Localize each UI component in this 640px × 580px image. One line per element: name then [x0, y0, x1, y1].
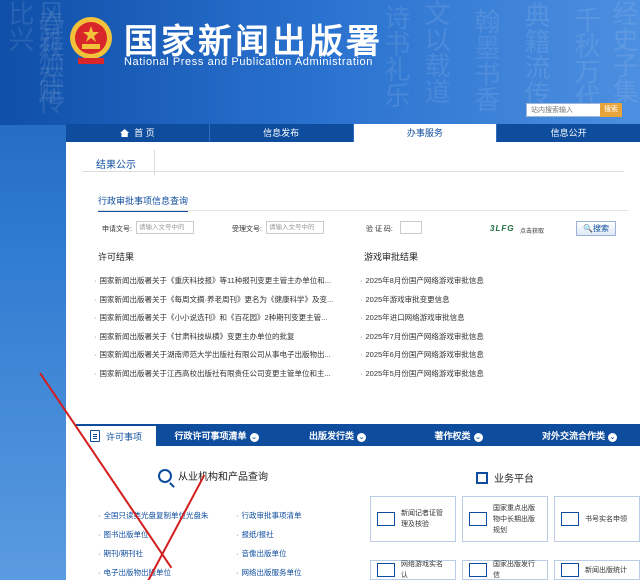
platform-card[interactable]: 书号实名申领	[554, 496, 640, 542]
org-link[interactable]: 全国只读类光盘复制单位光盘朱	[98, 506, 209, 525]
permit-results-title: 许可结果	[98, 252, 135, 262]
list-item[interactable]: 2025年游戏审批变更信息	[360, 291, 560, 310]
list-item[interactable]: 国家新闻出版署关于湖南师范大学出版社有限公司从事电子出版物出...	[94, 346, 350, 365]
platform-card-label: 新闻记者证管理及核验	[401, 510, 443, 528]
national-emblem-icon	[70, 17, 112, 64]
calligraphy-background: 千秋万代	[570, 6, 600, 110]
calligraphy-background: 典籍流传	[520, 2, 550, 106]
tab-label: 出版发行类	[308, 430, 354, 441]
org-link[interactable]: 音像出版单位	[236, 544, 302, 563]
nav-info-public[interactable]: 信息公开	[497, 124, 640, 142]
list-item[interactable]: 国家新闻出版署关于《重庆科技报》等11种报刊变更主管主办单位和...	[94, 272, 350, 291]
nav-services[interactable]: 办事服务	[353, 124, 498, 142]
apply-number-label: 申请文号:	[102, 226, 132, 233]
list-item[interactable]: 2025年8月份国产网络游戏审批信息	[360, 272, 560, 291]
chevron-down-icon: ⌄	[473, 432, 483, 442]
home-icon	[120, 129, 130, 137]
accept-number-label: 受理文号:	[232, 226, 262, 233]
nav-home-label: 首 页	[134, 128, 155, 138]
list-item[interactable]: 2025年进口网络游戏审批信息	[360, 309, 560, 328]
tab-label: 行政许可事项清单	[174, 430, 247, 441]
main-nav: 首 页 信息发布 办事服务 信息公开	[66, 124, 640, 142]
folder-icon	[377, 512, 395, 526]
result-heading: 结果公示	[82, 150, 155, 175]
list-item[interactable]: 2025年5月份国产网络游戏审批信息	[360, 365, 560, 384]
captcha-refresh-link[interactable]: 点击获取	[520, 226, 544, 235]
distribution-icon	[469, 563, 487, 577]
book-number-icon	[561, 512, 579, 526]
list-item[interactable]: 2025年7月份国产网络游戏审批信息	[360, 328, 560, 347]
query-search-label: 搜索	[592, 224, 609, 233]
apply-number-input[interactable]: 请输入文号中的	[136, 221, 194, 234]
tab-license-label: 许可事项	[105, 431, 142, 442]
calligraphy-background: 翰墨书香	[470, 8, 500, 112]
list-item[interactable]: 2025年6月份国产网络游戏审批信息	[360, 346, 560, 365]
platform-card-label: 国家重点出版物中长期出版规划	[493, 504, 535, 534]
platform-card-label: 书号实名申领	[585, 515, 627, 523]
tab-label: 著作权类	[434, 430, 471, 441]
accept-number-input[interactable]: 请输入文号中的	[266, 221, 324, 234]
site-subtitle: National Press and Publication Administr…	[124, 56, 373, 68]
category-tabbar: 许可事项 行政许可事项清单 ⌄ 出版发行类 ⌄ 著作权类 ⌄ 对外交流合作类 ⌄	[76, 424, 640, 446]
platform-card[interactable]: 新闻记者证管理及核验	[370, 496, 456, 542]
captcha-image: 3LFG	[490, 224, 515, 233]
list-item[interactable]: 国家新闻出版署关于《小小说选刊》和《百花园》2种期刊变更主管...	[94, 309, 350, 328]
platform-card-label: 网络游戏实名认	[401, 561, 443, 579]
platform-card-label: 新闻出版统计	[585, 566, 627, 574]
game-results-title: 游戏审批结果	[364, 252, 419, 262]
site-banner: 风雅颂赋比兴 春秋左传 诗书礼乐 文以载道 翰墨书香 典籍流传 千秋万代 经史子…	[0, 0, 640, 125]
chevron-down-icon: ⌄	[249, 432, 259, 442]
platform-label: 业务平台	[494, 474, 534, 485]
org-link[interactable]: 报纸/报社	[236, 525, 302, 544]
list-item[interactable]: 国家新闻出版署关于《甘肃科技纵横》变更主办单位的批复	[94, 328, 350, 347]
platform-card[interactable]: 国家出版发行信	[462, 560, 548, 580]
nav-info-release[interactable]: 信息发布	[210, 124, 354, 142]
org-query-label: 从业机构和产品查询	[178, 472, 268, 483]
nav-home[interactable]: 首 页	[66, 124, 210, 142]
captcha-label: 验 证 码:	[366, 226, 393, 233]
tab-copyright[interactable]: 著作权类 ⌄	[398, 429, 519, 442]
calligraphy-background: 春秋左传	[34, 10, 64, 114]
platform-card[interactable]: 国家重点出版物中长期出版规划	[462, 496, 548, 542]
result-header: 结果公示	[82, 150, 624, 175]
content-panel: 结果公示 行政审批事项信息查询 申请文号: 请输入文号中的 受理文号: 请输入文…	[66, 142, 640, 580]
chevron-down-icon: ⌄	[608, 432, 617, 442]
site-search-button[interactable]: 搜索	[600, 103, 622, 117]
tab-label: 对外交流合作类	[541, 430, 605, 441]
org-links-right: 行政审批事项清单 报纸/报社 音像出版单位 网络出版服务单位	[236, 506, 302, 580]
statistics-icon	[561, 563, 579, 577]
query-search-button[interactable]: 🔍搜索	[576, 221, 616, 236]
calligraphy-background: 文以载道	[420, 0, 450, 104]
platform-title: 业务平台	[476, 470, 534, 485]
list-item[interactable]: 国家新闻出版署关于江西高校出版社有限责任公司变更主管单位和主...	[94, 365, 350, 384]
search-icon	[158, 468, 172, 483]
calligraphy-background: 经史子集	[608, 0, 638, 104]
org-link[interactable]: 行政审批事项清单	[236, 506, 302, 525]
game-icon	[377, 563, 395, 577]
captcha-input[interactable]	[400, 221, 422, 234]
document-icon	[89, 430, 100, 442]
platform-card-label: 国家出版发行信	[493, 561, 535, 579]
tab-foreign-exchange[interactable]: 对外交流合作类 ⌄	[519, 429, 640, 442]
chevron-down-icon: ⌄	[357, 432, 366, 442]
tab-publishing[interactable]: 出版发行类 ⌄	[277, 429, 398, 442]
platform-card[interactable]: 新闻出版统计	[554, 560, 640, 580]
tab-admin-license-list[interactable]: 行政许可事项清单 ⌄	[156, 429, 277, 442]
platform-icon	[476, 471, 488, 484]
calligraphy-background: 诗书礼乐	[380, 4, 410, 108]
permit-results-list: 国家新闻出版署关于《重庆科技报》等11种报刊变更主管主办单位和... 国家新闻出…	[94, 272, 350, 384]
org-link[interactable]: 网络出版服务单位	[236, 563, 302, 580]
divider	[98, 210, 628, 211]
org-link[interactable]: 期刊/期刊社	[98, 544, 209, 563]
book-icon	[469, 512, 487, 526]
org-query-title: 从业机构和产品查询	[158, 468, 268, 483]
game-results-list: 2025年8月份国产网络游戏审批信息 2025年游戏审批变更信息 2025年进口…	[360, 272, 560, 384]
list-item[interactable]: 国家新闻出版署关于《每周文摘·养老周刊》更名为《健康科学》及变...	[94, 291, 350, 310]
platform-card[interactable]: 网络游戏实名认	[370, 560, 456, 580]
